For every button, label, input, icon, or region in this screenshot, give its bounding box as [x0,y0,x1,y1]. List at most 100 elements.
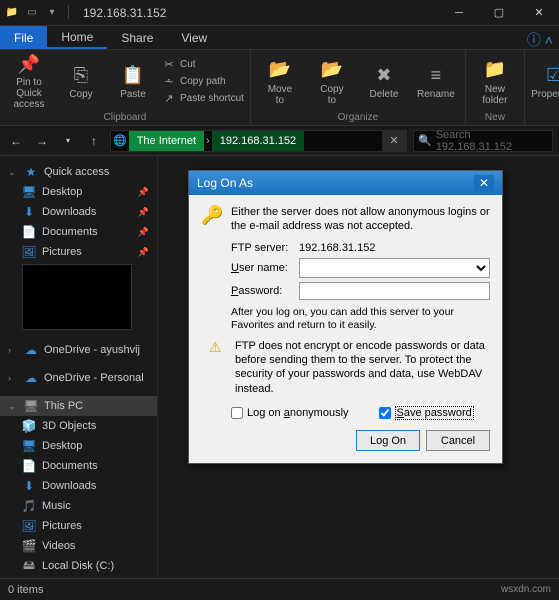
sidebar-downloads[interactable]: ⬇Downloads📌 [0,202,157,222]
ftpserver-value: 192.168.31.152 [299,242,375,254]
savepassword-checkbox[interactable]: Save password [379,406,474,420]
sidebar-thumbnail[interactable] [22,264,132,330]
chevron-right-icon[interactable]: › [204,131,212,151]
copy-icon: ⎘ [69,63,93,87]
sidebar-onedrive-personal[interactable]: ›☁OneDrive - Personal [0,368,157,388]
sidebar-downloads2[interactable]: ⬇Downloads [0,476,157,496]
anonymous-checkbox[interactable]: Log on anonymously [231,407,349,419]
newfolder-icon: 📁 [483,58,507,82]
watermark: wsxdn.com [501,584,551,595]
rename-icon: ≡ [424,63,448,87]
recent-button[interactable]: ▾ [58,131,78,151]
group-new-label: New [472,111,518,123]
back-button[interactable]: ← [6,131,26,151]
documents-icon: 📄 [22,459,36,473]
dialog-warning: FTP does not encrypt or encode passwords… [235,339,490,396]
3d-icon: 🧊 [22,419,36,433]
sidebar-videos[interactable]: 🎬Videos [0,536,157,556]
pin-icon: 📌 [138,247,149,258]
cancel-button[interactable]: Cancel [426,430,490,451]
copypath-icon: ⩪ [162,75,176,89]
properties-icon: ☑ [542,63,559,87]
dialog-note: After you log on, you can add this serve… [231,306,490,333]
onedrive-icon: ☁ [24,343,38,357]
search-input[interactable]: 🔍 Search 192.168.31.152 [413,130,553,152]
tab-home[interactable]: Home [47,26,107,49]
delete-icon: ✖ [372,63,396,87]
moveto-icon: 📂 [268,58,292,82]
star-icon: ★ [24,165,38,179]
group-clipboard-label: Clipboard [6,111,244,123]
sidebar-pictures2[interactable]: 🖼Pictures [0,516,157,536]
logon-button[interactable]: Log On [356,430,420,451]
downloads-icon: ⬇ [22,479,36,493]
close-button[interactable]: ✕ [519,0,559,26]
sidebar-music[interactable]: 🎵Music [0,496,157,516]
pictures-icon: 🖼 [22,519,36,533]
cut-icon: ✂ [162,58,176,72]
documents-icon: 📄 [22,225,36,239]
cut-button[interactable]: ✂Cut [162,58,244,72]
sidebar-quickaccess[interactable]: ⌄★Quick access [0,162,157,182]
globe-icon[interactable]: 🌐 [111,131,129,151]
dialog-title: Log On As [197,176,253,190]
maximize-button[interactable]: ▢ [479,0,519,26]
username-field[interactable] [299,258,490,278]
shortcut-icon: ↗ [162,92,176,106]
warning-icon: ⚠ [209,339,227,356]
status-item-count: 0 items [8,584,43,596]
disk-icon: 🖴 [22,559,36,573]
copyto-button[interactable]: 📂Copy to [309,54,355,110]
pc-icon: 🖥 [24,399,38,413]
copypath-button[interactable]: ⩪Copy path [162,75,244,89]
pictures-icon: 🖼 [22,245,36,259]
minimize-button[interactable]: ─ [439,0,479,26]
pin-icon: 📌 [17,54,41,75]
up-button[interactable]: ↑ [84,131,104,151]
group-organize-label: Organize [257,111,459,123]
moveto-button[interactable]: 📂Move to [257,54,303,110]
paste-button[interactable]: 📋Paste [110,54,156,110]
navigation-tree[interactable]: ⌄★Quick access 🖥Desktop📌 ⬇Downloads📌 📄Do… [0,156,158,578]
group-open-label: Open [531,111,559,123]
forward-button[interactable]: → [32,131,52,151]
desktop-icon: 🖥 [22,185,36,199]
sidebar-3dobjects[interactable]: 🧊3D Objects [0,416,157,436]
tab-file[interactable]: File [0,26,47,49]
password-label: Password: [231,285,293,297]
videos-icon: 🎬 [22,539,36,553]
sidebar-onedrive-ayushvij[interactable]: ›☁OneDrive - ayushvij [0,340,157,360]
password-field[interactable] [299,282,490,300]
pin-quickaccess-button[interactable]: 📌Pin to Quick access [6,54,52,110]
newfolder-button[interactable]: 📁New folder [472,54,518,110]
sidebar-pictures[interactable]: 🖼Pictures📌 [0,242,157,262]
help-icon[interactable]: ⓘ ˄ [527,30,553,50]
copy-button[interactable]: ⎘Copy [58,54,104,110]
sidebar-desktop[interactable]: 🖥Desktop📌 [0,182,157,202]
address-bar[interactable]: 🌐 The Internet › 192.168.31.152 ✕ [110,130,407,152]
sidebar-documents2[interactable]: 📄Documents [0,456,157,476]
properties-button[interactable]: ☑Properties [531,54,559,110]
desktop-icon: 🖥 [22,439,36,453]
pin-icon: 📌 [138,207,149,218]
pasteshortcut-button[interactable]: ↗Paste shortcut [162,92,244,106]
breadcrumb-internet[interactable]: The Internet [129,131,204,151]
ftpserver-label: FTP server: [231,242,293,254]
sidebar-newvolume-d[interactable]: 🖴New Volume (D:) [0,576,157,578]
breadcrumb-ip[interactable]: 192.168.31.152 [212,131,304,151]
explorer-icon: 📁 [4,5,20,21]
tab-view[interactable]: View [167,26,221,49]
qat-properties-icon[interactable]: ▭ [24,5,40,21]
dialog-close-button[interactable]: ✕ [474,175,494,191]
address-stop-button[interactable]: ✕ [382,131,406,151]
rename-button[interactable]: ≡Rename [413,54,459,110]
search-icon: 🔍 [418,134,432,147]
qat-newfolder-icon[interactable]: ▾ [44,5,60,21]
delete-button[interactable]: ✖Delete [361,54,407,110]
paste-icon: 📋 [121,63,145,87]
sidebar-desktop2[interactable]: 🖥Desktop [0,436,157,456]
tab-share[interactable]: Share [107,26,167,49]
sidebar-documents[interactable]: 📄Documents📌 [0,222,157,242]
sidebar-localdisk-c[interactable]: 🖴Local Disk (C:) [0,556,157,576]
sidebar-thispc[interactable]: ⌄🖥This PC [0,396,157,416]
